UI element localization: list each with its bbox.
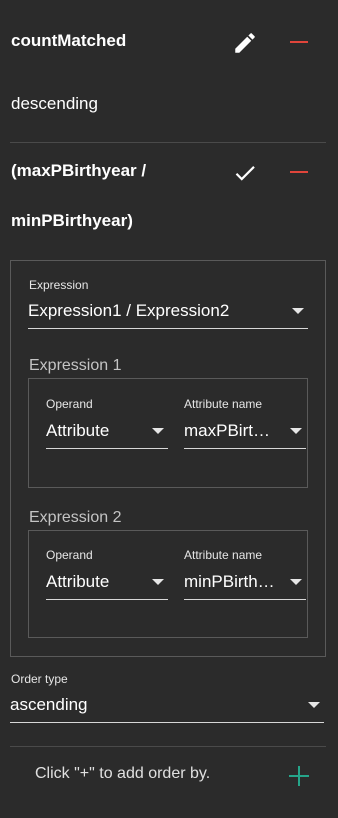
order-type-label: Order type	[11, 672, 68, 686]
add-order-hint: Click "+" to add order by.	[35, 765, 211, 782]
confirm-button[interactable]	[230, 158, 260, 188]
caret-down-icon	[152, 579, 164, 585]
attribute-name-label: Attribute name	[184, 397, 263, 411]
check-icon	[235, 166, 255, 181]
expression-select[interactable]: Expression1 / Expression2	[28, 296, 308, 329]
expression-label: Expression	[29, 278, 89, 292]
expression1-attribute-select[interactable]: maxPBirt…	[184, 414, 306, 449]
minus-icon	[290, 41, 308, 43]
minus-icon	[290, 171, 308, 173]
operand-label: Operand	[46, 548, 93, 562]
divider	[10, 746, 326, 747]
plus-icon[interactable]	[289, 766, 309, 786]
expression2-attribute-select[interactable]: minPBirth…	[184, 565, 306, 600]
operand-label: Operand	[46, 397, 93, 411]
order-item-name-line1: (maxPBirthyear /	[11, 161, 147, 180]
attribute-value: minPBirth…	[184, 572, 275, 591]
caret-down-icon	[290, 428, 302, 434]
remove-order-button[interactable]	[284, 30, 314, 54]
attribute-name-label: Attribute name	[184, 548, 263, 562]
edit-button[interactable]	[230, 28, 260, 58]
order-type-select[interactable]: ascending	[10, 688, 324, 723]
divider	[10, 142, 326, 143]
order-item-name: countMatched	[11, 31, 127, 50]
expression1-operand-select[interactable]: Attribute	[46, 414, 168, 449]
expression2-operand-select[interactable]: Attribute	[46, 565, 168, 600]
order-item-name-line2: minPBirthyear)	[11, 211, 133, 230]
operand-value: Attribute	[46, 572, 110, 591]
order-type-value: ascending	[10, 695, 88, 714]
attribute-value: maxPBirt…	[184, 421, 270, 440]
caret-down-icon	[308, 702, 320, 708]
caret-down-icon	[290, 579, 302, 585]
remove-order-button[interactable]	[284, 160, 314, 184]
expression1-title: Expression 1	[29, 357, 122, 374]
expression-value: Expression1 / Expression2	[28, 301, 230, 320]
order-direction: descending	[11, 94, 98, 113]
expression2-title: Expression 2	[29, 509, 122, 526]
caret-down-icon	[152, 428, 164, 434]
pencil-icon	[235, 33, 255, 53]
caret-down-icon	[292, 308, 304, 314]
operand-value: Attribute	[46, 421, 110, 440]
